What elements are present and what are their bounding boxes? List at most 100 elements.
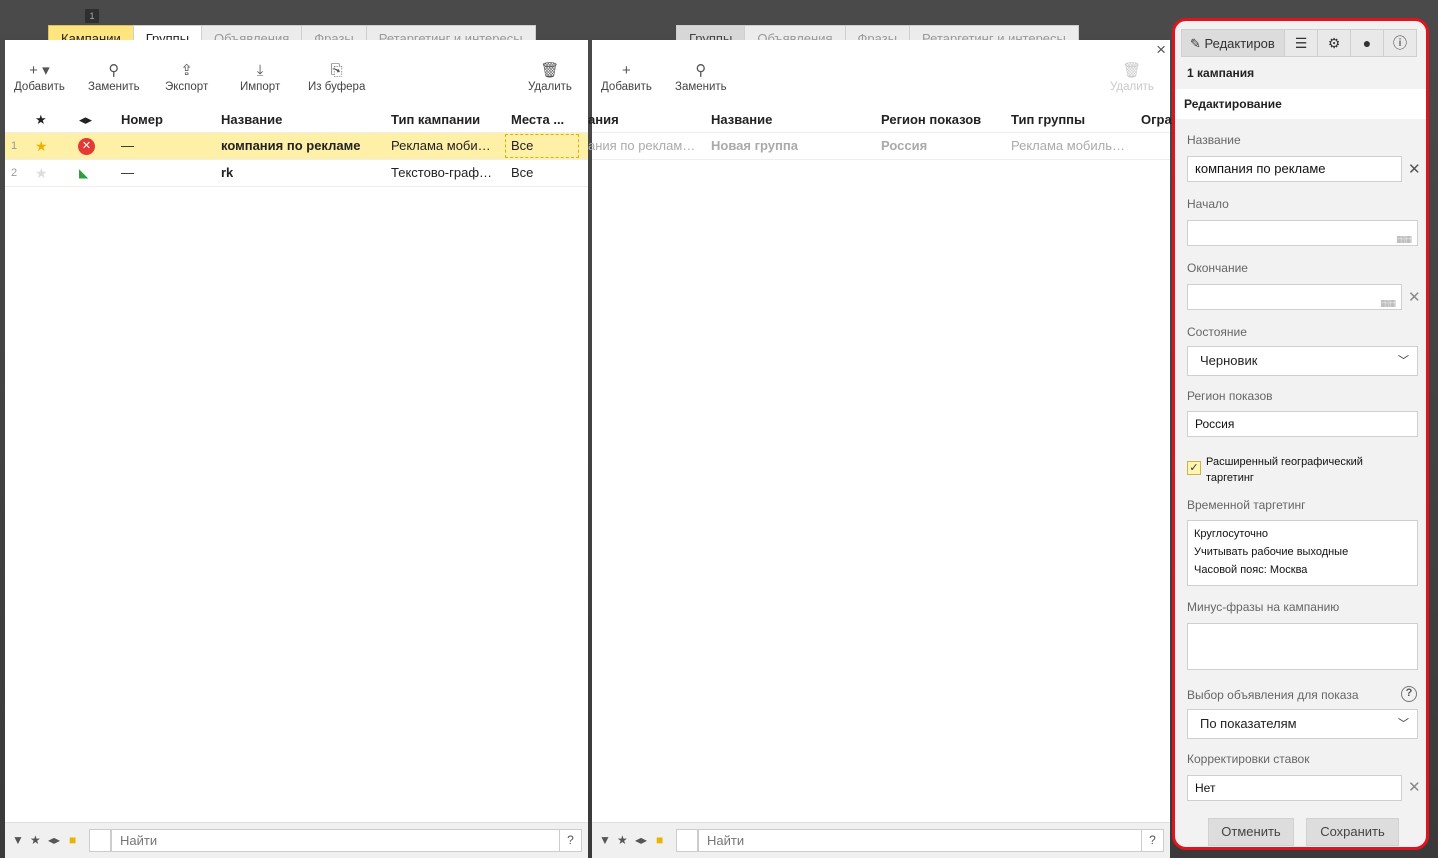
star-filter-icon[interactable]: ★ <box>30 833 41 847</box>
start-label: Начало <box>1187 197 1229 211</box>
bids-input[interactable]: Нет <box>1187 775 1402 801</box>
filter-selector[interactable] <box>676 829 698 852</box>
status-filter-icon[interactable]: ◂▸ <box>635 833 647 847</box>
save-button[interactable]: Сохранить <box>1306 818 1399 846</box>
plus-icon: + <box>622 62 631 79</box>
download-icon: ⤓ <box>256 62 264 79</box>
star-filter-icon[interactable]: ★ <box>617 833 628 847</box>
column-campaign[interactable]: ания <box>588 107 619 133</box>
groups-grid-header: ания Название Регион показов Тип группы … <box>588 107 1172 133</box>
column-group-type[interactable]: Тип группы <box>1011 107 1085 133</box>
help-icon[interactable]: ? <box>1401 686 1417 702</box>
column-places[interactable]: Места ... <box>511 107 581 133</box>
status-filter-icon[interactable]: ◂▸ <box>48 833 60 847</box>
column-number[interactable]: Номер <box>121 107 163 133</box>
delete-button[interactable]: 🗑 Удалить <box>528 61 572 93</box>
column-name[interactable]: Название <box>221 107 282 133</box>
geo-targeting-label: Расширенный географический таргетинг <box>1206 456 1363 484</box>
time-targeting-label: Временной таргетинг <box>1187 498 1306 512</box>
search-icon: ⚲ <box>695 62 707 79</box>
clear-bids-icon[interactable]: ✕ <box>1408 778 1421 796</box>
tab-info[interactable]: ⓘ <box>1383 29 1417 57</box>
column-type[interactable]: Тип кампании <box>391 107 480 133</box>
help-button[interactable]: ? <box>559 830 581 851</box>
minus-phrases-input[interactable] <box>1187 623 1418 670</box>
add-button[interactable]: + Добавить <box>601 61 652 93</box>
groups-toolbar: + Добавить ⚲ Заменить 🗑 Удалить <box>592 57 1170 107</box>
groups-panel: × + Добавить ⚲ Заменить 🗑 Удалить ания Н… <box>588 40 1172 858</box>
calendar-icon[interactable]: ▦▦ <box>1396 227 1412 251</box>
star-column-icon[interactable]: ★ <box>35 107 47 133</box>
state-select[interactable]: Черновик ﹀ <box>1187 346 1418 376</box>
clear-name-icon[interactable]: ✕ <box>1408 160 1421 178</box>
filter-icon[interactable]: ▼ <box>12 833 24 847</box>
end-label: Окончание <box>1187 261 1248 275</box>
section-title: Редактирование <box>1175 89 1426 119</box>
filter-icon[interactable]: ▼ <box>599 833 611 847</box>
export-button[interactable]: ⇪ Экспорт <box>165 61 208 93</box>
from-buffer-button[interactable]: ⎘ Из буфера <box>308 61 365 93</box>
help-button[interactable]: ? <box>1141 830 1163 851</box>
clipboard-icon: ⎘ <box>330 62 343 79</box>
tab-gear[interactable]: ⚙ <box>1317 29 1351 57</box>
upload-icon: ⇪ <box>180 62 193 79</box>
name-input[interactable]: компания по рекламе <box>1187 156 1402 182</box>
time-targeting-field[interactable]: Круглосуточно Учитывать рабочие выходные… <box>1187 520 1418 586</box>
checkmark-icon: ✓ <box>1189 462 1199 474</box>
ad-choice-select[interactable]: По показателям ﹀ <box>1187 709 1418 739</box>
tab-edit[interactable]: ✎ Редактиров <box>1181 29 1285 57</box>
status-column-icon[interactable]: ◂▸ <box>79 107 92 133</box>
star-icon[interactable]: ★ <box>35 133 48 159</box>
start-date-input[interactable]: ▦▦ <box>1187 220 1418 246</box>
table-row[interactable]: 2 ★ ◣ — rk Текстово-граф… Все <box>5 160 588 187</box>
delete-button[interactable]: 🗑 Удалить <box>1110 61 1154 93</box>
minus-phrases-label: Минус-фразы на кампанию <box>1187 600 1340 614</box>
filter-selector[interactable] <box>89 829 111 852</box>
calendar-icon[interactable]: ▦▦ <box>1380 291 1396 315</box>
replace-button[interactable]: ⚲ Заменить <box>675 61 727 93</box>
chevron-down-icon: ﹀ <box>1398 718 1409 730</box>
tab-settings-sliders[interactable]: ☰ <box>1284 29 1318 57</box>
table-row[interactable]: 1 ★ ✕ — компания по рекламе Реклама моби… <box>5 133 588 160</box>
search-icon: ⚲ <box>108 62 120 79</box>
campaigns-filter-bar: ▼ ★ ◂▸ ■ ? <box>5 822 588 858</box>
places-cell-selected[interactable]: Все <box>505 134 579 158</box>
trash-icon: 🗑 <box>1122 62 1142 79</box>
name-label: Название <box>1187 133 1241 147</box>
pencil-icon: ✎ <box>1190 36 1201 51</box>
star-icon[interactable]: ★ <box>35 160 48 186</box>
end-date-input[interactable]: ▦▦ <box>1187 284 1402 310</box>
replace-button[interactable]: ⚲ Заменить <box>88 61 140 93</box>
campaigns-panel: + ▾ Добавить ⚲ Заменить ⇪ Экспорт ⤓ Импо… <box>5 40 588 858</box>
region-input[interactable]: Россия <box>1187 411 1418 437</box>
window-number: 1 <box>85 9 99 23</box>
geo-targeting-checkbox[interactable]: ✓ <box>1187 461 1201 475</box>
tag-filter-icon[interactable]: ■ <box>69 833 76 847</box>
cancel-button[interactable]: Отменить <box>1208 818 1294 846</box>
find-input[interactable] <box>699 830 1163 851</box>
column-name[interactable]: Название <box>711 107 772 133</box>
add-button[interactable]: + ▾ Добавить <box>14 61 65 93</box>
gear-icon: ⚙ <box>1327 35 1341 51</box>
campaigns-toolbar: + ▾ Добавить ⚲ Заменить ⇪ Экспорт ⤓ Импо… <box>5 57 588 107</box>
bids-label: Корректировки ставок <box>1187 752 1310 766</box>
find-input[interactable] <box>112 830 581 851</box>
groups-filter-bar: ▼ ★ ◂▸ ■ ? <box>592 822 1170 858</box>
table-row[interactable]: ания по реклам… Новая группа Россия Рекл… <box>588 133 1170 160</box>
sliders-icon: ☰ <box>1294 35 1308 51</box>
tab-comments[interactable]: ● <box>1350 29 1384 57</box>
region-label: Регион показов <box>1187 389 1273 403</box>
state-label: Состояние <box>1187 325 1247 339</box>
import-button[interactable]: ⤓ Импорт <box>240 61 280 93</box>
tag-filter-icon[interactable]: ■ <box>656 833 663 847</box>
ad-choice-label: Выбор объявления для показа <box>1187 688 1359 702</box>
campaigns-grid-header: ★ ◂▸ Номер Название Тип кампании Места .… <box>5 107 588 133</box>
info-icon: ⓘ <box>1393 35 1407 51</box>
trash-icon: 🗑 <box>540 62 560 79</box>
selection-count: 1 кампания <box>1187 66 1255 80</box>
clear-end-icon[interactable]: ✕ <box>1408 288 1421 306</box>
editor-panel: ✎ Редактиров ☰ ⚙ ● ⓘ 1 кампания Редактир… <box>1172 18 1429 850</box>
column-limit[interactable]: Огра <box>1141 107 1172 133</box>
column-region[interactable]: Регион показов <box>881 107 981 133</box>
chevron-down-icon: ﹀ <box>1398 355 1409 367</box>
